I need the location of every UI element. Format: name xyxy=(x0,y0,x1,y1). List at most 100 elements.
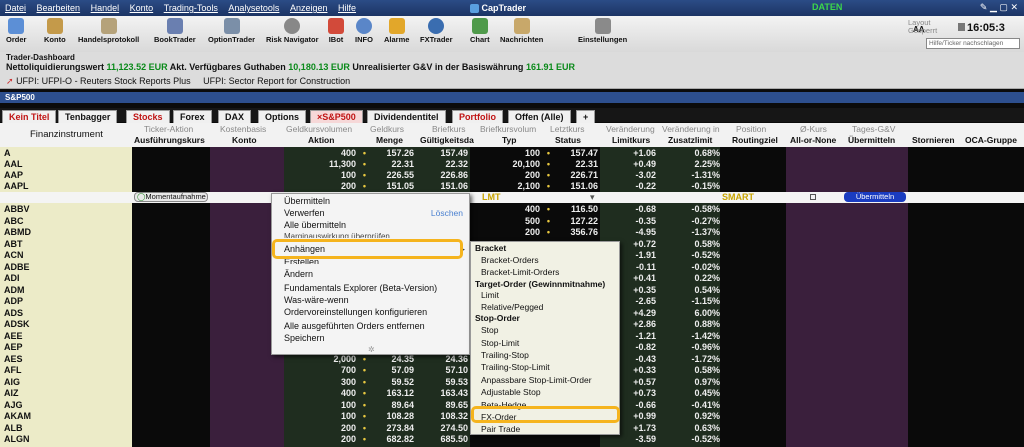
menu-anzeigen[interactable]: Anzeigen xyxy=(285,0,331,13)
col-zusatzlimit[interactable]: Zusatzlimit xyxy=(668,135,712,145)
menu-item-fundamentals-explorer[interactable]: Fundamentals Explorer (Beta-Version) xyxy=(284,283,437,293)
submenu-item-bracket-orders[interactable]: Bracket-Orders xyxy=(481,255,539,265)
all-or-none-checkbox[interactable] xyxy=(810,194,816,200)
tab-forex[interactable]: Forex xyxy=(173,110,212,124)
fxtrader-button[interactable]: FXTrader xyxy=(420,18,453,44)
col-oca-gruppe[interactable]: OCA-Gruppe xyxy=(965,135,1017,145)
search-input[interactable]: Hilfe/Ticker nachschlagen xyxy=(926,38,1020,49)
col-status[interactable]: Status xyxy=(555,135,581,145)
col-all-or-none[interactable]: All-or-None xyxy=(790,135,836,145)
minimize-icon[interactable]: ▁ xyxy=(990,2,997,12)
row-symbol[interactable]: ABC xyxy=(4,216,24,226)
table-row[interactable]: ABBV 400 116.50 • -0.68 -0.58% xyxy=(0,204,1024,215)
menu-item-orders-entfernen[interactable]: Alle ausgeführten Orders entfernen xyxy=(284,321,425,331)
booktrader-button[interactable]: BookTrader xyxy=(154,18,196,44)
row-symbol[interactable]: ADM xyxy=(4,285,25,295)
submenu-item-relative-pegged[interactable]: Relative/Pegged xyxy=(481,302,543,312)
row-symbol[interactable]: ABMD xyxy=(4,227,31,237)
risk-navigator-button[interactable]: Risk Navigator xyxy=(266,18,319,44)
col-menge[interactable]: Menge xyxy=(376,135,403,145)
order-button[interactable]: Order xyxy=(6,18,26,44)
news-item[interactable]: UFPI: UFPI-O - Reuters Stock Reports Plu… xyxy=(16,76,191,86)
row-symbol[interactable]: AIZ xyxy=(4,388,19,398)
row-symbol[interactable]: AKAM xyxy=(4,411,31,421)
tab-add[interactable]: + xyxy=(576,110,596,124)
row-symbol[interactable]: AJG xyxy=(4,400,23,410)
table-row[interactable]: A 400 157.26 • 157.49 100 157.47 • +1.06 0.68% xyxy=(0,148,1024,159)
menu-datei[interactable]: Datei xyxy=(0,0,29,13)
row-symbol[interactable]: AIG xyxy=(4,377,20,387)
col-uebermitteln[interactable]: Übermitteln xyxy=(848,135,895,145)
menu-handel[interactable]: Handel xyxy=(86,0,123,13)
menu-settings-icon[interactable]: ✲ xyxy=(368,345,375,354)
col-geldkursvolumen[interactable]: Geldkursvolumen xyxy=(286,124,352,134)
close-icon[interactable]: ✕ xyxy=(1010,2,1018,12)
col-routingziel[interactable]: Routingziel xyxy=(732,135,778,145)
dropdown-arrow-icon[interactable]: ▾ xyxy=(590,192,595,203)
col-avg-kurs[interactable]: Ø-Kurs xyxy=(800,124,827,134)
alarme-button[interactable]: Alarme xyxy=(384,18,409,44)
menu-analysetools[interactable]: Analysetools xyxy=(223,0,282,13)
tab-options[interactable]: Options xyxy=(258,110,306,124)
col-typ[interactable]: Typ xyxy=(502,135,516,145)
table-row[interactable]: ABMD 200 356.76 • -4.95 -1.37% xyxy=(0,227,1024,238)
col-geldkurs[interactable]: Geldkurs xyxy=(370,124,404,134)
menu-item-verwerfen[interactable]: Verwerfen xyxy=(284,208,325,218)
menu-konto[interactable]: Konto xyxy=(125,0,157,13)
tab-sp500[interactable]: ×S&P500 xyxy=(310,110,363,124)
menu-item-aendern[interactable]: Ändern xyxy=(284,269,313,279)
nachrichten-button[interactable]: Nachrichten xyxy=(500,18,543,44)
col-ausfuehrungskurs[interactable]: Ausführungskurs xyxy=(134,135,205,145)
table-row[interactable]: ALGN 200 682.82 • 685.50 -3.59 -0.52% xyxy=(0,434,1024,445)
row-symbol[interactable]: ADI xyxy=(4,273,20,283)
menu-item-was-waere-wenn[interactable]: Was-wäre-wenn xyxy=(284,295,349,305)
menu-item-speichern[interactable]: Speichern xyxy=(284,333,325,343)
layout-lock[interactable]: Layout Gesperrt xyxy=(908,19,937,35)
menu-trading-tools[interactable]: Trading-Tools xyxy=(159,0,221,13)
ibot-button[interactable]: IBot xyxy=(328,18,344,44)
col-tages-gv[interactable]: Tages-G&V xyxy=(852,124,895,134)
row-symbol[interactable]: AAL xyxy=(4,159,23,169)
row-symbol[interactable]: ACN xyxy=(4,250,24,260)
col-veraenderung-in[interactable]: Veränderung in xyxy=(662,124,720,134)
submenu-item-trailing-stop-limit[interactable]: Trailing-Stop-Limit xyxy=(481,362,550,372)
col-kostenbasis[interactable]: Kostenbasis xyxy=(220,124,266,134)
news-item[interactable]: UFPI: Sector Report for Construction xyxy=(203,76,350,86)
table-row[interactable]: AAPL 200 151.05 • 151.06 2,100 151.06 • -0.22 -0.… xyxy=(0,181,1024,192)
routing-field[interactable]: SMART xyxy=(722,192,754,202)
order-type-field[interactable]: LMT xyxy=(482,192,501,202)
row-symbol[interactable]: ADSK xyxy=(4,319,30,329)
col-letztkurs[interactable]: Letztkurs xyxy=(550,124,585,134)
row-symbol[interactable]: ADBE xyxy=(4,262,30,272)
tab-dividendentitel[interactable]: Dividendentitel xyxy=(367,110,446,124)
menu-item-marginauswirkung[interactable]: Marginauswirkung überprüfen xyxy=(284,232,390,238)
tab-tenbagger[interactable]: Tenbagger xyxy=(58,110,118,124)
menu-item-alle-uebermitteln[interactable]: Alle übermitteln xyxy=(284,220,346,230)
col-ticker-aktion[interactable]: Ticker-Aktion xyxy=(144,124,193,134)
submenu-item-adjustable-stop[interactable]: Adjustable Stop xyxy=(481,387,541,397)
menu-hilfe[interactable]: Hilfe xyxy=(333,0,359,13)
col-briefkursvolum[interactable]: Briefkursvolum xyxy=(480,124,536,134)
tab-offen-alle[interactable]: Offen (Alle) xyxy=(508,110,571,124)
row-symbol[interactable]: ALGN xyxy=(4,434,30,444)
row-symbol[interactable]: A xyxy=(4,148,11,158)
submenu-item-bracket-limit-orders[interactable]: Bracket-Limit-Orders xyxy=(481,267,559,277)
pin-icon[interactable]: ✎ xyxy=(980,2,988,12)
tab-dax[interactable]: DAX xyxy=(218,110,252,124)
submenu-item-stop[interactable]: Stop xyxy=(481,325,499,335)
row-symbol[interactable]: AEE xyxy=(4,331,23,341)
table-row[interactable]: AAP 100 226.55 • 226.86 200 226.71 • -3.02 -1.31% xyxy=(0,170,1024,181)
submenu-item-anpassbare-stop-limit[interactable]: Anpassbare Stop-Limit-Order xyxy=(481,375,592,385)
col-position[interactable]: Position xyxy=(736,124,766,134)
row-symbol[interactable]: ADP xyxy=(4,296,23,306)
col-limitkurs[interactable]: Limitkurs xyxy=(612,135,650,145)
tab-stocks[interactable]: Stocks xyxy=(126,110,170,124)
col-gueltigkeitsdauer[interactable]: Gültigkeitsda xyxy=(420,135,474,145)
col-veraenderung[interactable]: Veränderung xyxy=(606,124,655,134)
info-button[interactable]: INFO xyxy=(355,18,373,44)
col-aktion[interactable]: Aktion xyxy=(308,135,334,145)
chart-button[interactable]: Chart xyxy=(470,18,490,44)
einstellungen-button[interactable]: Einstellungen xyxy=(578,18,627,44)
table-row[interactable]: ABC 500 127.22 • -0.35 -0.27% xyxy=(0,216,1024,227)
order-entry-row[interactable]: ◯Momentaufnahme LMT ▾ SMART Übermitteln xyxy=(0,192,1024,203)
